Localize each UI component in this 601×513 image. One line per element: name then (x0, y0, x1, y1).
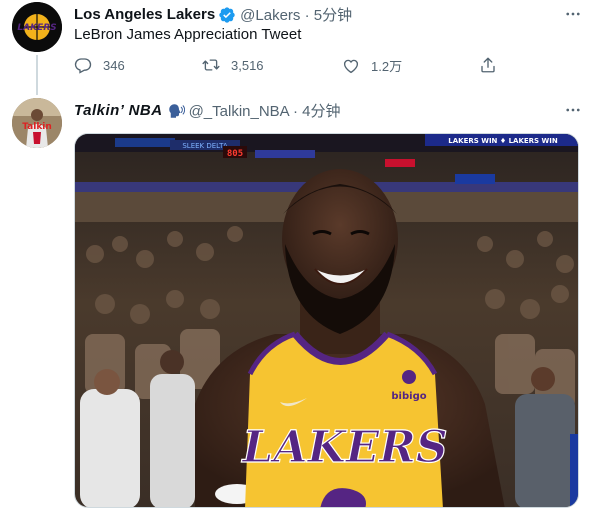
share-icon (481, 57, 495, 73)
jersey-lakers-text: LAKERS (240, 422, 447, 473)
reply-count: 346 (103, 57, 125, 73)
arena-board-text: SLEEK DELTA (182, 142, 227, 150)
more-options-button[interactable] (563, 4, 583, 24)
arena-led-board (115, 138, 175, 147)
retweet-icon (202, 59, 220, 71)
reply-icon (74, 58, 92, 74)
more-options-button[interactable] (563, 100, 583, 120)
talkin-nba-avatar[interactable]: Talkin (12, 98, 62, 148)
reply-button[interactable]: 346 (74, 56, 125, 74)
tweet-actions: 346 3,516 1.2万 (74, 56, 514, 78)
talkin-avatar-text: Talkin (22, 122, 52, 132)
tweet-header: Los Angeles Lakers @Lakers · 5分钟 (74, 4, 352, 25)
sponsor-patch-text: bibigo (391, 391, 426, 402)
author-handle-time[interactable]: @Lakers · 5分钟 (240, 4, 352, 25)
author-name[interactable]: Talkin’ NBA (74, 102, 163, 119)
heart-icon (343, 59, 359, 73)
retweet-count: 3,516 (231, 57, 264, 73)
thread-connector-line (36, 55, 38, 95)
tweet-media-photo[interactable]: SLEEK DELTA 805 LAKERS WIN ♦ LAKERS WIN (74, 133, 579, 508)
verified-badge-icon (219, 6, 235, 23)
lebron-photo: SLEEK DELTA 805 LAKERS WIN ♦ LAKERS WIN (75, 134, 578, 507)
arena-board-text: LAKERS WIN ♦ LAKERS WIN (448, 137, 558, 145)
scoreboard-text: 805 (227, 149, 243, 159)
author-handle-time[interactable]: @_Talkin_NBA · 4分钟 (189, 100, 341, 121)
more-icon (566, 108, 580, 112)
share-button[interactable] (479, 56, 497, 74)
author-name[interactable]: Los Angeles Lakers (74, 6, 215, 23)
more-icon (566, 12, 580, 16)
retweet-button[interactable]: 3,516 (202, 56, 264, 74)
speaking-head-icon (168, 103, 185, 118)
tweet-text: LeBron James Appreciation Tweet (74, 26, 302, 43)
like-count: 1.2万 (371, 59, 403, 74)
tweet-lakers[interactable]: LAKERS Los Angeles Lakers @Lakers · 5分钟 … (0, 0, 601, 95)
like-button[interactable]: 1.2万 (342, 56, 402, 75)
lakers-logo-text: LAKERS (17, 23, 56, 33)
tweet-header: Talkin’ NBA @_Talkin_NBA · 4分钟 (74, 100, 341, 121)
lakers-avatar[interactable]: LAKERS (12, 2, 62, 52)
